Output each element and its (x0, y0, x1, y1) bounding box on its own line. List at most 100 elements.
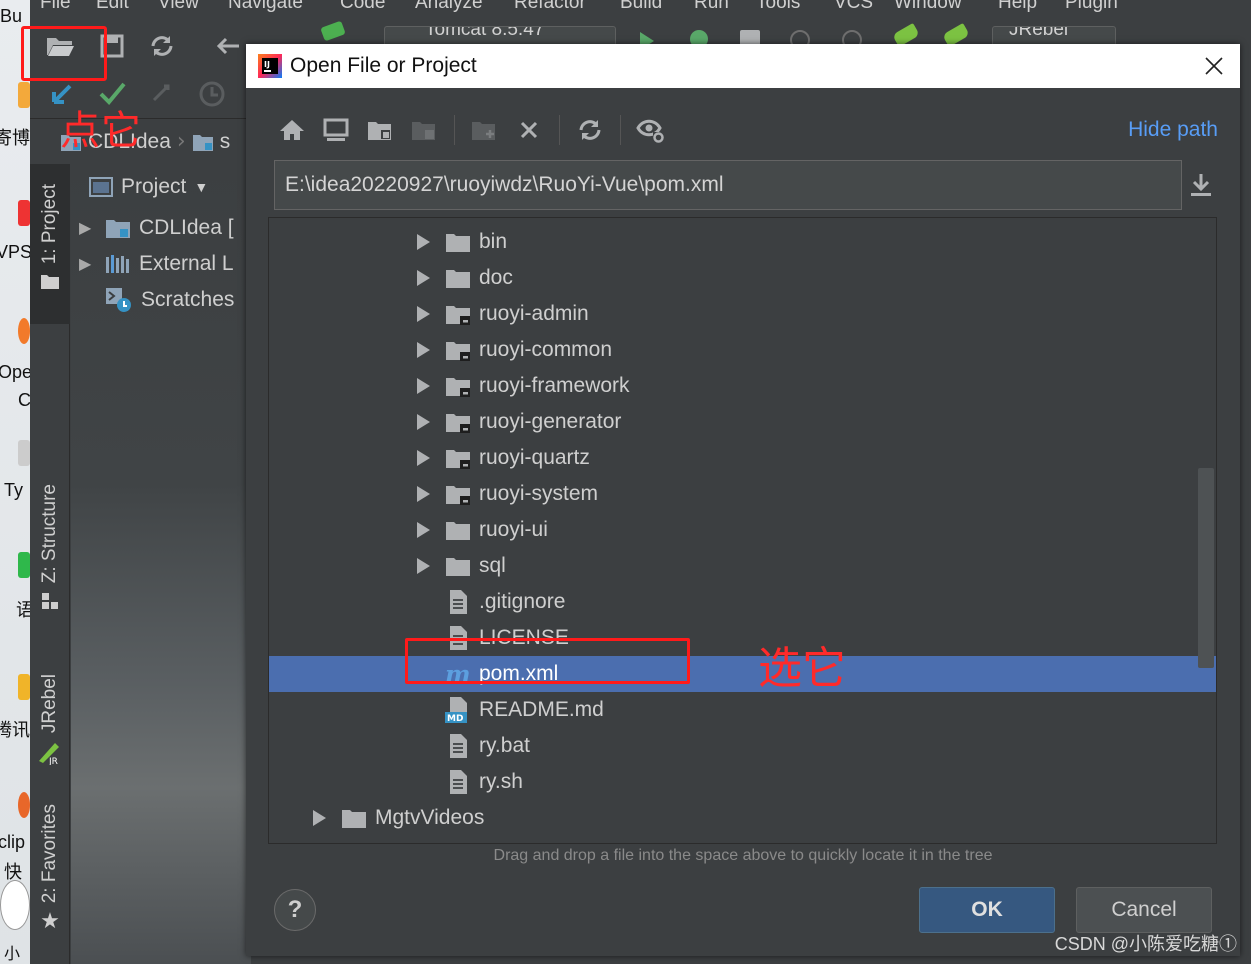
project-item-label: Scratches (141, 288, 235, 311)
menu-build[interactable]: Build (620, 0, 662, 14)
menu-navigate[interactable]: Navigate (228, 0, 303, 14)
folder-icon (445, 266, 471, 290)
tree-scrollbar[interactable] (1198, 468, 1214, 668)
expand-arrow-icon[interactable] (413, 268, 433, 288)
tree-row[interactable]: ruoyi-quartz (269, 440, 1216, 476)
path-input[interactable]: E:\idea20220927\ruoyiwdz\RuoYi-Vue\pom.x… (274, 160, 1182, 210)
folder-icon (41, 275, 59, 290)
cancel-button[interactable]: Cancel (1076, 887, 1212, 933)
dialog-title-bar[interactable]: IJ Open File or Project (246, 44, 1240, 88)
folder-icon (445, 230, 471, 254)
desktop-button[interactable] (314, 108, 358, 152)
desktop-label: Ty (4, 480, 24, 500)
project-tool-window: Project ▼ ▶ CDLIdea [ ▶ External L Scrat… (71, 164, 251, 964)
tree-row-label: ruoyi-ui (479, 518, 548, 541)
refresh-icon (151, 36, 173, 56)
tree-row[interactable]: ruoyi-admin (269, 296, 1216, 332)
synchronize-button[interactable] (144, 28, 180, 64)
desktop-app-icon[interactable] (18, 440, 30, 466)
menu-vcs[interactable]: VCS (834, 0, 873, 14)
tree-row-label: doc (479, 266, 513, 289)
help-button[interactable]: ? (274, 889, 316, 931)
expand-arrow-icon[interactable] (413, 412, 433, 432)
menu-view[interactable]: View (158, 0, 199, 14)
desktop-app-icon[interactable] (18, 792, 30, 818)
expand-arrow-icon[interactable] (413, 448, 433, 468)
close-button[interactable] (1200, 52, 1228, 80)
refresh-button[interactable] (568, 108, 612, 152)
desktop-app-icon[interactable] (18, 200, 30, 226)
menu-code[interactable]: Code (340, 0, 385, 14)
desktop-label: C (18, 390, 30, 410)
home-button[interactable] (270, 108, 314, 152)
breadcrumb-item[interactable]: s (192, 130, 230, 154)
project-folder-icon (368, 122, 391, 140)
show-hidden-button[interactable] (629, 108, 673, 152)
project-tree-item[interactable]: ▶ External L (71, 246, 251, 282)
file-tree[interactable]: bin doc ruoyi-admin ruoyi-common ruoyi-frame… (268, 217, 1217, 844)
menu-refactor[interactable]: Refactor (514, 0, 586, 14)
vcs-history-icon[interactable] (198, 80, 226, 108)
menu-run[interactable]: Run (694, 0, 729, 14)
build-icon[interactable] (320, 20, 346, 42)
tree-row[interactable]: bin (269, 224, 1216, 260)
tree-row[interactable]: sql (269, 548, 1216, 584)
desktop-label: VPS (0, 242, 30, 262)
tree-row[interactable]: ruoyi-ui (269, 512, 1216, 548)
desktop-app-icon[interactable] (18, 552, 30, 578)
intellij-logo-icon: IJ (258, 54, 282, 78)
drag-drop-hint: Drag and drop a file into the space abov… (493, 847, 993, 864)
tab-project-label: 1: Project (39, 184, 60, 265)
tree-row[interactable]: MD README.md (269, 692, 1216, 728)
project-dir-button[interactable] (358, 108, 402, 152)
expand-arrow-icon (413, 592, 433, 612)
module-folder-icon (445, 374, 471, 398)
tree-row[interactable]: .gitignore (269, 584, 1216, 620)
hide-path-link[interactable]: Hide path (1128, 118, 1218, 142)
menu-edit[interactable]: Edit (96, 0, 129, 14)
tab-project[interactable]: 1: Project (30, 164, 70, 324)
menu-tools[interactable]: Tools (756, 0, 800, 14)
tree-row[interactable]: ruoyi-framework (269, 368, 1216, 404)
tree-row[interactable]: ry.bat (269, 728, 1216, 764)
expand-arrow-icon[interactable] (413, 556, 433, 576)
expand-arrow-icon[interactable] (413, 340, 433, 360)
ok-button[interactable]: OK (919, 887, 1055, 933)
expand-arrow-icon[interactable] (413, 484, 433, 504)
tree-row[interactable]: ruoyi-common (269, 332, 1216, 368)
desktop-app-icon[interactable] (18, 318, 30, 344)
expand-arrow-icon[interactable] (413, 376, 433, 396)
markdown-icon: MD (445, 697, 471, 724)
open-file-dialog: IJ Open File or Project Hide path E:\ide… (246, 44, 1240, 956)
project-tree-item[interactable]: ▶ CDLIdea [ (71, 210, 251, 246)
expand-arrow-icon[interactable] (413, 232, 433, 252)
tree-row[interactable]: ry.sh (269, 764, 1216, 800)
menu-help[interactable]: Help (998, 0, 1037, 14)
desktop-label: 语 (16, 600, 30, 620)
tree-row[interactable]: ruoyi-system (269, 476, 1216, 512)
menu-window[interactable]: Window (894, 0, 962, 14)
tree-row[interactable]: MgtvVideos (269, 800, 1216, 836)
desktop-app-icon[interactable] (18, 82, 30, 108)
tree-row[interactable]: doc (269, 260, 1216, 296)
expand-arrow-icon[interactable] (413, 520, 433, 540)
project-panel-header[interactable]: Project ▼ (71, 164, 251, 210)
back-button[interactable] (210, 28, 246, 64)
tab-jrebel[interactable]: JRebel JR (30, 674, 70, 774)
desktop-app-icon[interactable] (18, 674, 30, 700)
desktop-app-icon[interactable] (0, 880, 30, 930)
tab-structure[interactable]: Z: Structure (30, 484, 70, 644)
tab-favorites[interactable]: 2: Favorites ★ (30, 804, 70, 954)
vcs-compare-icon[interactable] (150, 82, 174, 106)
tree-row-label: ruoyi-generator (479, 410, 622, 433)
tree-row[interactable]: ruoyi-generator (269, 404, 1216, 440)
menu-file[interactable]: File (40, 0, 71, 14)
expand-arrow-icon[interactable] (309, 808, 329, 828)
delete-button[interactable] (507, 108, 551, 152)
download-button[interactable] (1186, 170, 1216, 200)
expand-arrow-icon (413, 736, 433, 756)
menu-analyze[interactable]: Analyze (415, 0, 483, 14)
expand-arrow-icon[interactable] (413, 304, 433, 324)
menu-plugin[interactable]: Plugin (1065, 0, 1118, 14)
project-tree-item[interactable]: Scratches (71, 282, 251, 318)
